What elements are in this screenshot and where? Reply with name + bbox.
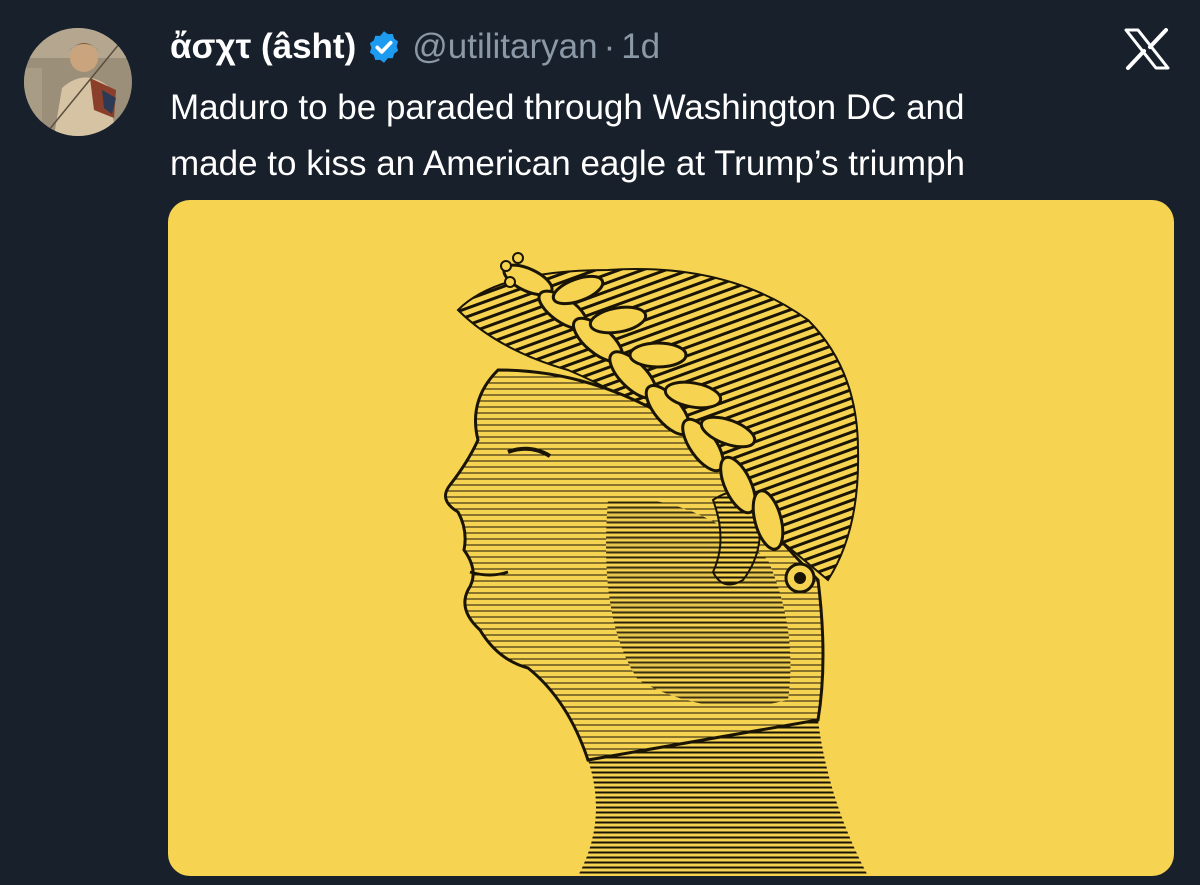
x-logo-icon[interactable] [1124,28,1170,70]
verified-badge-icon [370,31,399,63]
author-handle[interactable]: @utilitaryan [412,27,597,67]
mosaic-avatar-icon [24,28,132,136]
tweet-text-line: Maduro to be paraded through Washington … [170,88,965,127]
tweet-media-image[interactable] [168,200,1174,876]
tweet-header: ἄσχτ (âsht) @utilitaryan · 1d [170,22,660,72]
tweet-text-line: made to kiss an American eagle at Trump’… [170,144,966,183]
separator-dot: · [603,27,616,66]
engraved-profile-illustration [444,252,868,876]
author-display-name[interactable]: ἄσχτ (âsht) [170,27,356,67]
tweet-timestamp[interactable]: 1d [621,27,660,67]
tweet-card[interactable]: ἄσχτ (âsht) @utilitaryan · 1d Maduro to … [0,0,1200,885]
tweet-text: Maduro to be paraded through Washington … [170,80,1170,192]
author-avatar[interactable] [24,28,132,136]
